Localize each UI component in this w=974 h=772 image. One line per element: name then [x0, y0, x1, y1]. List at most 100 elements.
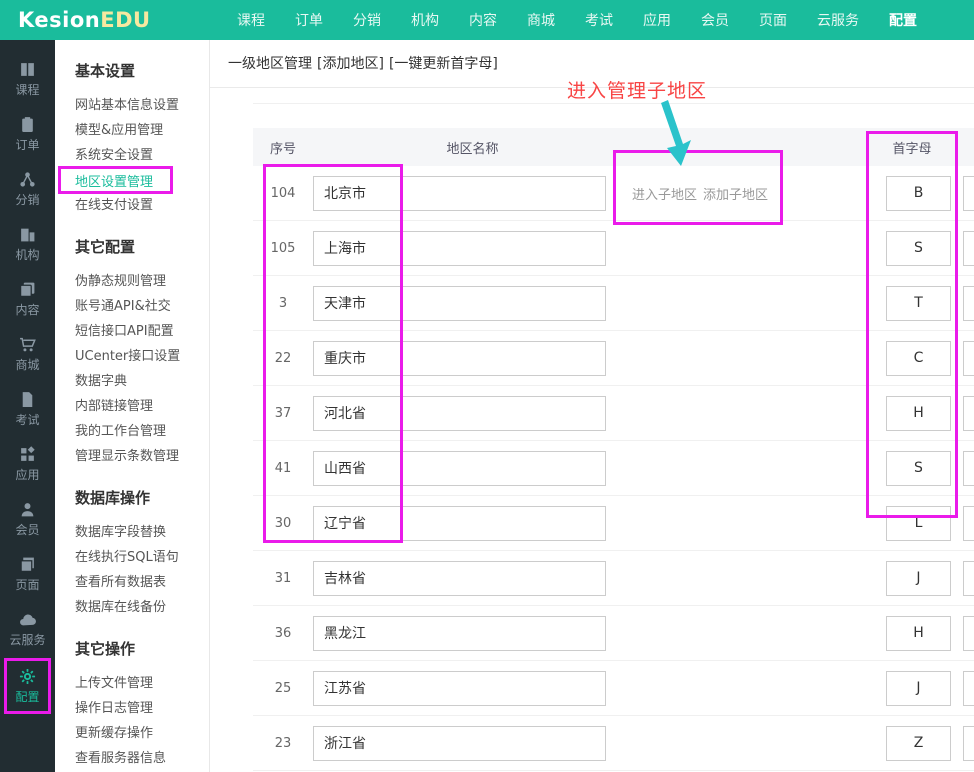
- sidebar-item[interactable]: 查看服务器信息: [55, 746, 209, 771]
- sidebar-item[interactable]: 数据库字段替换: [55, 520, 209, 545]
- initial-input[interactable]: [886, 176, 951, 211]
- region-name-input[interactable]: [313, 341, 606, 376]
- topnav-item-pages[interactable]: 页面: [759, 10, 787, 30]
- region-name-cell: [313, 396, 632, 431]
- add-subregion-link[interactable]: 添加子地区: [703, 188, 768, 203]
- region-name-input[interactable]: [313, 671, 606, 706]
- iconbar-item-mall[interactable]: 商城: [0, 327, 55, 382]
- sidebar-section-title: 其它配置: [75, 236, 209, 257]
- initial-input[interactable]: [886, 726, 951, 761]
- clipped-extra-input[interactable]: [963, 726, 974, 761]
- initial-input[interactable]: [886, 341, 951, 376]
- sidebar-item[interactable]: 系统安全设置: [55, 143, 209, 168]
- sidebar-item[interactable]: 我的工作台管理: [55, 419, 209, 444]
- sidebar-item[interactable]: 管理显示条数管理: [55, 444, 209, 469]
- topnav-item-apps[interactable]: 应用: [643, 10, 671, 30]
- sidebar-item[interactable]: 模型&应用管理: [55, 118, 209, 143]
- topnav-item-members[interactable]: 会员: [701, 10, 729, 30]
- topnav-item-exam[interactable]: 考试: [585, 10, 613, 30]
- initial-input[interactable]: [886, 231, 951, 266]
- region-name-input[interactable]: [313, 616, 606, 651]
- sidebar-item[interactable]: 内部链接管理: [55, 394, 209, 419]
- iconbar-item-institutions[interactable]: 机构: [0, 217, 55, 272]
- iconbar-item-exam[interactable]: 考试: [0, 382, 55, 437]
- region-name-input[interactable]: [313, 396, 606, 431]
- sidebar-item[interactable]: 数据库在线备份: [55, 595, 209, 620]
- clipped-extra-input[interactable]: [963, 561, 974, 596]
- region-name-input[interactable]: [313, 286, 606, 321]
- initial-input[interactable]: [886, 506, 951, 541]
- iconbar-item-apps[interactable]: 应用: [0, 437, 55, 492]
- sidebar-item[interactable]: 更新缓存操作: [55, 721, 209, 746]
- row-index: 104: [253, 186, 313, 201]
- iconbar-item-pages[interactable]: 页面: [0, 547, 55, 602]
- clipped-extra-input[interactable]: [963, 176, 974, 211]
- iconbar-item-cloud[interactable]: 云服务: [0, 602, 55, 657]
- region-name-cell: [313, 506, 632, 541]
- clipped-extra-input[interactable]: [963, 506, 974, 541]
- iconbar-item-content[interactable]: 内容: [0, 272, 55, 327]
- sidebar-item[interactable]: 在线执行SQL语句: [55, 545, 209, 570]
- topnav-item-cloud[interactable]: 云服务: [817, 10, 859, 30]
- region-name-input[interactable]: [313, 561, 606, 596]
- clipped-extra-input[interactable]: [963, 671, 974, 706]
- app-logo[interactable]: KesionEDU: [18, 8, 151, 32]
- share-network-icon: [19, 171, 36, 188]
- sidebar-item[interactable]: 操作日志管理: [55, 696, 209, 721]
- sidebar-item-region-settings[interactable]: 地区设置管理: [75, 171, 153, 190]
- sidebar-item[interactable]: 上传文件管理: [55, 671, 209, 696]
- top-nav: 课程 订单 分销 机构 内容 商城 考试 应用 会员 页面 云服务 配置: [237, 0, 917, 40]
- topnav-item-orders[interactable]: 订单: [295, 10, 323, 30]
- initial-input[interactable]: [886, 451, 951, 486]
- topnav-item-courses[interactable]: 课程: [237, 10, 265, 30]
- region-name-cell: [313, 671, 632, 706]
- initial-input[interactable]: [886, 286, 951, 321]
- clipped-extra-input[interactable]: [963, 341, 974, 376]
- topnav-item-distribution[interactable]: 分销: [353, 10, 381, 30]
- sidebar-item[interactable]: 数据字典: [55, 369, 209, 394]
- row-index: 23: [253, 736, 313, 751]
- topnav-item-content[interactable]: 内容: [469, 10, 497, 30]
- iconbar-item-courses[interactable]: 课程: [0, 52, 55, 107]
- region-name-input[interactable]: [313, 231, 606, 266]
- topnav-item-mall[interactable]: 商城: [527, 10, 555, 30]
- table-row: 41: [253, 441, 974, 496]
- pages-icon: [19, 556, 36, 573]
- sidebar-item[interactable]: 查看所有数据表: [55, 570, 209, 595]
- iconbar-item-orders[interactable]: 订单: [0, 107, 55, 162]
- clipped-extra-input[interactable]: [963, 396, 974, 431]
- region-name-cell: [313, 341, 632, 376]
- iconbar-item-distribution[interactable]: 分销: [0, 162, 55, 217]
- topnav-item-config[interactable]: 配置: [889, 10, 917, 30]
- add-region-link[interactable]: [添加地区]: [317, 56, 384, 72]
- clipped-extra-cell: [958, 671, 974, 706]
- initial-input[interactable]: [886, 561, 951, 596]
- clipped-extra-input[interactable]: [963, 286, 974, 321]
- iconbar-item-label: 配置: [15, 688, 39, 705]
- iconbar-item-config[interactable]: 配置: [4, 658, 51, 714]
- sidebar-item[interactable]: 在线支付设置: [55, 193, 209, 218]
- row-index: 36: [253, 626, 313, 641]
- iconbar-item-members[interactable]: 会员: [0, 492, 55, 547]
- sidebar-item[interactable]: 短信接口API配置: [55, 319, 209, 344]
- row-actions-cell: 进入子地区添加子地区: [632, 184, 866, 203]
- topnav-item-institutions[interactable]: 机构: [411, 10, 439, 30]
- region-name-input[interactable]: [313, 176, 606, 211]
- region-name-input[interactable]: [313, 506, 606, 541]
- sidebar-item[interactable]: 账号通API&社交: [55, 294, 209, 319]
- initial-input[interactable]: [886, 671, 951, 706]
- logo-part-edu: EDU: [100, 8, 150, 32]
- clipped-extra-input[interactable]: [963, 231, 974, 266]
- update-initials-link[interactable]: [一键更新首字母]: [389, 56, 498, 72]
- initial-input[interactable]: [886, 616, 951, 651]
- clipped-extra-cell: [958, 561, 974, 596]
- region-name-input[interactable]: [313, 451, 606, 486]
- enter-subregion-link[interactable]: 进入子地区: [632, 188, 697, 203]
- sidebar-item[interactable]: 网站基本信息设置: [55, 93, 209, 118]
- region-name-input[interactable]: [313, 726, 606, 761]
- initial-input[interactable]: [886, 396, 951, 431]
- clipped-extra-input[interactable]: [963, 451, 974, 486]
- sidebar-item[interactable]: UCenter接口设置: [55, 344, 209, 369]
- sidebar-item[interactable]: 伪静态规则管理: [55, 269, 209, 294]
- clipped-extra-input[interactable]: [963, 616, 974, 651]
